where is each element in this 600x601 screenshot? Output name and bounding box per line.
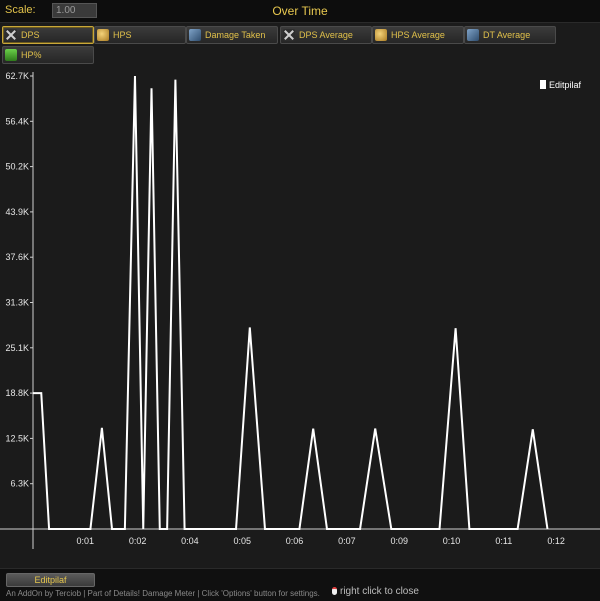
actor-select-button[interactable]: Editpilaf — [6, 573, 95, 587]
tab-hp-percent[interactable]: HP% — [2, 46, 94, 64]
x-tick-label: 0:05 — [233, 536, 251, 546]
tab-dps[interactable]: DPS — [2, 26, 94, 44]
mouse-right-click-icon — [332, 587, 337, 595]
armor-icon — [189, 29, 201, 41]
x-tick-label: 0:01 — [77, 536, 95, 546]
tab-hps-average[interactable]: HPS Average — [372, 26, 464, 44]
x-tick-label: 0:10 — [443, 536, 461, 546]
credit-text: An AddOn by Terciob | Part of Details! D… — [6, 589, 320, 598]
y-tick-label: 25.1K — [5, 343, 29, 353]
tab-dt-average[interactable]: DT Average — [464, 26, 556, 44]
armor-icon — [467, 29, 479, 41]
crossed-swords-icon — [283, 29, 295, 41]
x-tick-label: 0:04 — [181, 536, 199, 546]
y-tick-label: 37.6K — [5, 252, 29, 262]
x-tick-label: 0:12 — [547, 536, 565, 546]
tab-label: DT Average — [483, 30, 531, 40]
y-tick-label: 6.3K — [10, 479, 29, 489]
y-tick-label: 62.7K — [5, 71, 29, 81]
tab-label: HPS Average — [391, 30, 445, 40]
over-time-window: Scale: 1.00 Over Time DPS HPS Damage Tak… — [0, 0, 600, 601]
tab-label: HPS — [113, 30, 132, 40]
window-title: Over Time — [272, 4, 328, 18]
x-tick-label: 0:07 — [338, 536, 356, 546]
tab-label: DPS — [21, 30, 40, 40]
x-tick-label: 0:09 — [390, 536, 408, 546]
x-tick-label: 0:02 — [129, 536, 147, 546]
scale-label: Scale: — [5, 4, 36, 16]
tab-dps-average[interactable]: DPS Average — [280, 26, 372, 44]
metric-tabs: DPS HPS Damage Taken DPS Average HPS Ave… — [0, 24, 600, 68]
tab-label: Damage Taken — [205, 30, 266, 40]
x-tick-label: 0:06 — [286, 536, 304, 546]
tab-hps[interactable]: HPS — [94, 26, 186, 44]
chart-background — [0, 68, 600, 560]
tab-damage-taken[interactable]: Damage Taken — [186, 26, 278, 44]
x-tick-label: 0:11 — [495, 536, 512, 546]
close-hint: right click to close — [332, 586, 419, 597]
y-tick-label: 12.5K — [5, 433, 29, 443]
health-potion-icon — [5, 49, 17, 61]
tab-label: HP% — [21, 50, 42, 60]
y-tick-label: 31.3K — [5, 298, 29, 308]
healing-icon — [375, 29, 387, 41]
crossed-swords-icon — [5, 29, 17, 41]
y-tick-label: 50.2K — [5, 162, 29, 172]
window-footer: Editpilaf An AddOn by Terciob | Part of … — [0, 568, 600, 601]
y-tick-label: 18.8K — [5, 388, 29, 398]
tab-label: DPS Average — [299, 30, 353, 40]
scale-input[interactable]: 1.00 — [52, 3, 97, 18]
legend-swatch — [540, 80, 546, 89]
window-header: Scale: 1.00 Over Time — [0, 0, 600, 23]
y-tick-label: 43.9K — [5, 207, 29, 217]
legend-label: Editpilaf — [549, 80, 582, 90]
y-tick-label: 56.4K — [5, 116, 29, 126]
healing-icon — [97, 29, 109, 41]
dps-over-time-chart: 62.7K 56.4K 50.2K 43.9K 37.6K 31.3K 25.1K 18.8K… — [0, 68, 600, 560]
close-hint-label: right click to close — [340, 586, 419, 597]
chart-legend: Editpilaf — [540, 80, 581, 90]
